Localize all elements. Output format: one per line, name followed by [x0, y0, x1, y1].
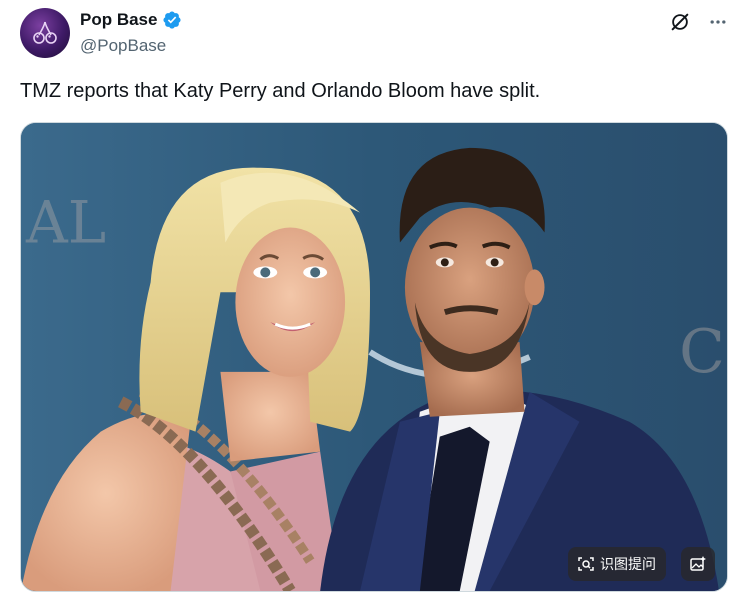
image-ai-button[interactable]: [681, 547, 715, 581]
image-sparkle-icon: [690, 556, 706, 571]
author-handle[interactable]: @PopBase: [80, 36, 166, 56]
svg-text:AL: AL: [25, 189, 106, 257]
tweet-media[interactable]: AL C 识图提问: [20, 122, 728, 592]
grok-button[interactable]: [668, 10, 692, 34]
image-question-button[interactable]: 识图提问: [568, 547, 666, 581]
tweet-text: TMZ reports that Katy Perry and Orlando …: [20, 80, 541, 102]
more-horizontal-icon: [710, 20, 726, 24]
avatar[interactable]: [20, 8, 70, 58]
verified-badge-icon: [163, 11, 182, 29]
grok-icon: [671, 13, 689, 31]
tweet-photo[interactable]: AL C: [21, 123, 727, 591]
display-name[interactable]: Pop Base: [80, 10, 157, 30]
tweet-actions: [668, 10, 730, 34]
scan-icon: [578, 557, 594, 571]
cherry-icon: [33, 21, 57, 44]
more-button[interactable]: [706, 10, 730, 34]
image-question-label: 识图提问: [600, 556, 656, 572]
svg-text:C: C: [679, 318, 725, 387]
tweet: Pop Base @PopBase TMZ reports that Katy …: [0, 0, 748, 603]
author-name-row[interactable]: Pop Base: [80, 10, 182, 30]
